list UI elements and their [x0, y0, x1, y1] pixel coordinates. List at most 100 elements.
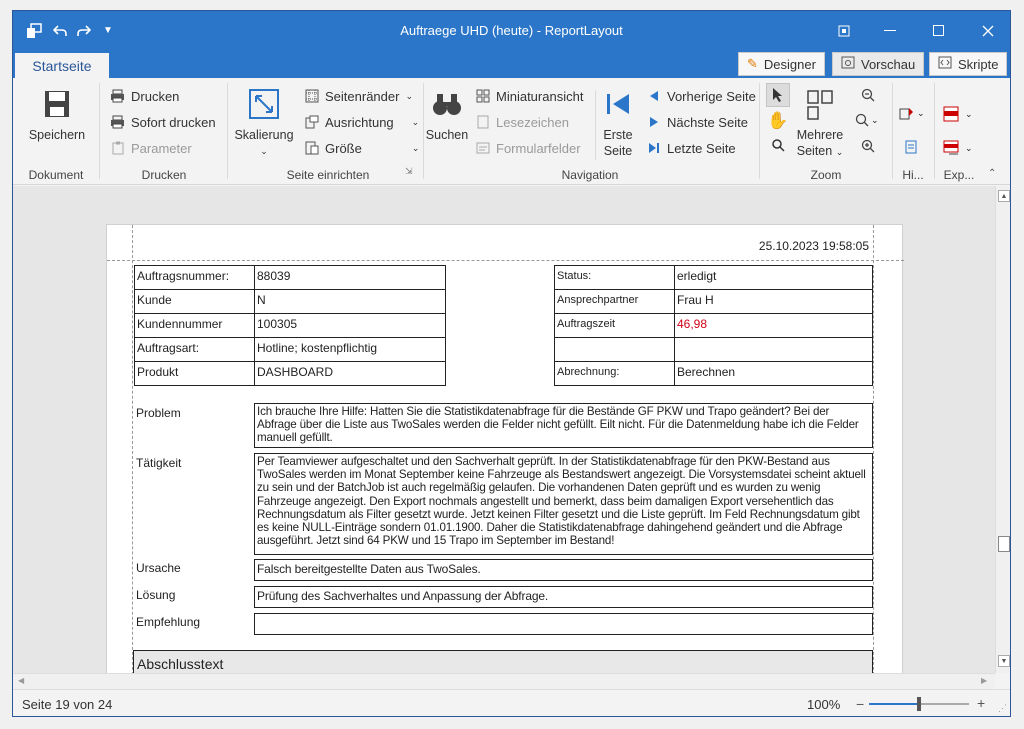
print-button[interactable]: Drucken: [110, 86, 179, 106]
ursache-label: Ursache: [136, 561, 181, 575]
document-preview-area: 25.10.2023 19:58:05 Auftragsnummer: 8803…: [13, 186, 995, 673]
field-label-empty: [554, 337, 675, 362]
scroll-up-icon[interactable]: ▲: [998, 190, 1010, 202]
tab-startseite[interactable]: Startseite: [15, 53, 109, 78]
field-value: 100305: [254, 313, 446, 338]
field-label: Kundennummer: [134, 313, 255, 338]
tab-designer[interactable]: ✎ Designer: [738, 52, 825, 76]
margins-button[interactable]: Seitenränder ⌄: [304, 86, 413, 106]
orientation-label: Ausrichtung: [325, 114, 394, 130]
send-pdf-button[interactable]: ⌄: [943, 140, 973, 156]
bookmarks-button[interactable]: Lesezeichen: [475, 112, 569, 132]
zoom-in-icon: [861, 139, 875, 153]
group-separator: [759, 83, 760, 179]
field-label: Auftragszeit: [554, 313, 675, 338]
close-button[interactable]: [965, 11, 1010, 50]
field-value: 88039: [254, 265, 446, 290]
thumbnails-button[interactable]: Miniaturansicht: [475, 86, 583, 106]
size-button[interactable]: Größe ⌄: [304, 138, 419, 158]
field-label: Auftragsart:: [134, 337, 255, 362]
first-page-button[interactable]: Erste Seite: [596, 84, 640, 159]
background-button[interactable]: ⌄: [899, 106, 925, 120]
tab-vorschau[interactable]: Vorschau: [832, 52, 925, 76]
watermark-button[interactable]: [905, 140, 917, 157]
search-button[interactable]: Suchen: [423, 84, 471, 143]
orientation-button[interactable]: Ausrichtung ⌄: [304, 112, 419, 132]
save-label: Speichern: [28, 128, 86, 142]
formfields-button[interactable]: Formularfelder: [475, 138, 581, 158]
printer-icon: [110, 89, 125, 104]
save-button[interactable]: Speichern: [23, 84, 91, 143]
scroll-down-icon[interactable]: ▼: [998, 655, 1010, 667]
magnifier-icon: [772, 139, 785, 152]
vertical-scroll-thumb[interactable]: [998, 536, 1010, 552]
export-pdf-button[interactable]: ⌄: [943, 106, 973, 122]
cursor-icon: [773, 88, 782, 102]
pdf-icon: [943, 106, 959, 122]
field-value: N: [254, 289, 446, 314]
scaling-button[interactable]: Skalierung ⌄: [231, 84, 297, 159]
hand-icon: ✋: [767, 111, 789, 130]
field-value: DASHBOARD: [254, 361, 446, 386]
restore-layout-icon[interactable]: [821, 11, 867, 50]
quick-print-label: Sofort drucken: [131, 114, 216, 130]
last-page-label: Letzte Seite: [667, 140, 736, 156]
next-page-button[interactable]: Nächste Seite: [646, 112, 748, 132]
empfehlung-label: Empfehlung: [136, 615, 201, 629]
field-value-highlight: 46,98: [674, 313, 873, 338]
zoom-slider-fill: [869, 703, 919, 705]
empfehlung-text: [254, 613, 873, 635]
status-bar: Seite 19 von 24 100% − + ⋰: [13, 689, 1010, 716]
dialog-launcher-icon[interactable]: ⇲: [405, 166, 413, 177]
field-label: Produkt: [134, 361, 255, 386]
horizontal-scrollbar[interactable]: ◀ ▶: [13, 673, 995, 689]
zoom-out-button[interactable]: [861, 88, 875, 105]
report-window: ▼ Auftraege UHD (heute) - ReportLayout S…: [12, 10, 1011, 717]
quick-print-button[interactable]: Sofort drucken: [110, 112, 216, 132]
chevron-down-icon: ⌄: [835, 147, 844, 157]
field-value-empty: [674, 337, 873, 362]
last-page-button[interactable]: Letzte Seite: [646, 138, 736, 158]
hand-tool-button[interactable]: ✋: [767, 111, 789, 131]
zoom-in-icon[interactable]: +: [977, 695, 985, 711]
thumbnails-icon: [475, 89, 490, 104]
bookmarks-label: Lesezeichen: [496, 114, 569, 130]
field-label: Ansprechpartner: [554, 289, 675, 314]
next-page-icon: [646, 115, 661, 130]
zoom-slider-thumb[interactable]: [917, 697, 921, 711]
zoom-in-button[interactable]: [861, 139, 875, 156]
zoom-out-icon[interactable]: −: [856, 696, 864, 712]
zoom-out-icon: [861, 88, 875, 102]
maximize-button[interactable]: [916, 11, 962, 50]
scroll-left-icon[interactable]: ◀: [18, 676, 24, 685]
margin-line: [107, 260, 904, 261]
multiple-pages-icon: [790, 86, 850, 124]
previous-page-button[interactable]: Vorherige Seite: [646, 86, 756, 106]
vertical-scrollbar[interactable]: ▲ ▼: [995, 186, 1010, 673]
problem-text: Ich brauche Ihre Hilfe: Hatten Sie die S…: [254, 403, 873, 448]
group-separator: [227, 83, 228, 179]
chevron-down-icon: ⌄: [917, 107, 925, 118]
parameters-button[interactable]: Parameter: [110, 138, 192, 158]
scale-icon: [231, 84, 297, 124]
bookmark-icon: [475, 115, 490, 130]
resize-grip-icon[interactable]: ⋰: [998, 703, 1007, 714]
multiple-pages-button[interactable]: Mehrere Seiten ⌄: [790, 86, 850, 160]
collapse-ribbon-icon[interactable]: ⌃: [988, 168, 996, 179]
orientation-icon: [304, 115, 319, 130]
preview-icon: [841, 56, 855, 72]
page-indicator: Seite 19 von 24: [22, 697, 113, 712]
abschluss-header: Abschlusstext: [133, 650, 873, 673]
minimize-button[interactable]: [867, 11, 913, 50]
pointer-tool-button[interactable]: [766, 83, 790, 107]
zoom-tool-button[interactable]: [771, 138, 785, 155]
tab-skripte[interactable]: Skripte: [929, 52, 1008, 76]
zoom-slider-track[interactable]: [869, 697, 969, 711]
search-label: Suchen: [425, 128, 469, 142]
field-value: Frau H: [674, 289, 873, 314]
scroll-right-icon[interactable]: ▶: [981, 676, 987, 685]
print-label: Drucken: [131, 88, 180, 104]
first-page-label-1: Erste: [603, 128, 633, 142]
group-label-hintergrund: Hi...: [902, 168, 924, 182]
zoom-dropdown-button[interactable]: ⌄: [855, 113, 879, 127]
